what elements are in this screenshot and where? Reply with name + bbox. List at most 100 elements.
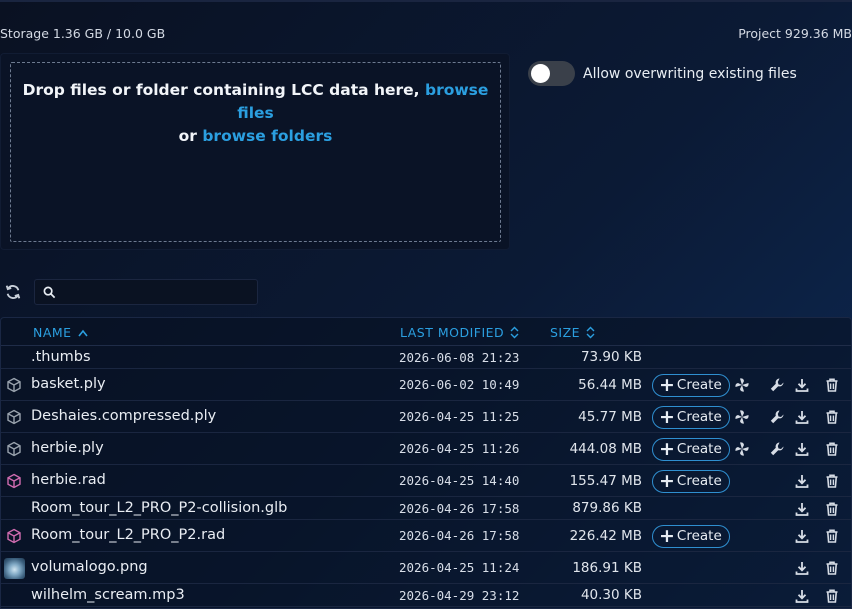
model-file-icon: [6, 528, 22, 544]
create-label: Create: [676, 377, 722, 393]
file-name[interactable]: Room_tour_L2_PRO_P2-collision.glb: [31, 500, 287, 516]
file-size: 879.86 KB: [572, 500, 642, 516]
file-name[interactable]: herbie.ply: [31, 440, 104, 456]
download-icon[interactable]: [794, 501, 810, 517]
plus-icon: +: [659, 405, 675, 428]
create-button[interactable]: + Create: [652, 405, 730, 429]
file-size: 45.77 MB: [578, 408, 642, 425]
wrench-icon[interactable]: [769, 377, 785, 393]
file-name[interactable]: herbie.rad: [31, 472, 106, 488]
browse-folders-link[interactable]: browse folders: [202, 127, 332, 145]
wrench-icon[interactable]: [769, 409, 785, 425]
overwrite-toggle[interactable]: [528, 61, 575, 86]
dropzone-line-2: or browse folders: [11, 125, 500, 148]
file-modified: 2026-04-29 23:12: [399, 587, 520, 603]
search-icon: [43, 286, 56, 299]
file-modified: 2026-04-25 14:40: [399, 473, 520, 488]
trash-icon[interactable]: [824, 560, 840, 576]
create-button[interactable]: + Create: [652, 524, 730, 548]
process-icon[interactable]: [734, 377, 750, 393]
download-icon[interactable]: [794, 528, 810, 544]
create-label: Create: [676, 473, 722, 489]
wrench-icon[interactable]: [769, 441, 785, 457]
overwrite-label: Allow overwriting existing files: [583, 65, 797, 82]
download-icon[interactable]: [794, 377, 810, 393]
sort-asc-icon: [77, 329, 88, 336]
file-modified: 2026-04-25 11:24: [399, 560, 520, 575]
file-modified: 2026-04-26 17:58: [399, 500, 520, 516]
sort-toggle-icon: [510, 326, 519, 339]
trash-icon[interactable]: [824, 501, 840, 517]
file-modified: 2026-06-02 10:49: [399, 377, 520, 392]
column-size[interactable]: SIZE: [550, 325, 595, 340]
file-size: 56.44 MB: [578, 376, 642, 393]
column-name[interactable]: NAME: [33, 325, 88, 340]
column-name-label: NAME: [33, 325, 72, 340]
project-size: Project 929.36 MB: [738, 26, 852, 41]
file-size: 155.47 MB: [569, 472, 642, 489]
table-row[interactable]: herbie.rad 2026-04-25 14:40 155.47 MB + Crea…: [1, 465, 851, 497]
file-modified: 2026-06-08 21:23: [399, 349, 520, 365]
create-label: Create: [676, 441, 722, 457]
dropzone-text: Drop files or folder containing LCC data…: [22, 81, 425, 99]
file-name[interactable]: wilhelm_scream.mp3: [31, 587, 185, 603]
file-name[interactable]: basket.ply: [31, 376, 106, 392]
dropzone-panel: Drop files or folder containing LCC data…: [0, 53, 510, 250]
trash-icon[interactable]: [824, 409, 840, 425]
model-file-icon: [6, 441, 22, 457]
file-name[interactable]: .thumbs: [31, 349, 91, 365]
plus-icon: +: [659, 469, 675, 492]
download-icon[interactable]: [794, 409, 810, 425]
file-size: 40.30 KB: [580, 587, 642, 603]
create-button[interactable]: + Create: [652, 469, 730, 493]
toggle-knob: [531, 64, 550, 83]
trash-icon[interactable]: [824, 473, 840, 489]
search-input[interactable]: [34, 279, 258, 305]
table-row[interactable]: volumalogo.png 2026-04-25 11:24 186.91 KB: [1, 552, 851, 584]
trash-icon[interactable]: [824, 528, 840, 544]
table-row[interactable]: Room_tour_L2_PRO_P2-collision.glb 2026-04…: [1, 497, 851, 520]
create-label: Create: [676, 528, 722, 544]
file-modified: 2026-04-25 11:25: [399, 409, 520, 424]
file-modified: 2026-04-25 11:26: [399, 441, 520, 456]
storage-usage: Storage 1.36 GB / 10.0 GB: [0, 26, 166, 41]
plus-icon: +: [659, 437, 675, 460]
table-header: NAME LAST MODIFIED SIZE: [1, 318, 851, 346]
top-divider: [0, 0, 852, 2]
column-size-label: SIZE: [550, 325, 581, 340]
create-button[interactable]: + Create: [652, 373, 730, 397]
table-body: .thumbs 2026-06-08 21:23 73.90 KB basket.pl…: [1, 346, 851, 607]
file-dropzone[interactable]: Drop files or folder containing LCC data…: [10, 62, 501, 242]
download-icon[interactable]: [794, 473, 810, 489]
table-row[interactable]: Room_tour_L2_PRO_P2.rad 2026-04-26 17:58 2…: [1, 520, 851, 552]
dropzone-line-1: Drop files or folder containing LCC data…: [11, 79, 500, 125]
process-icon[interactable]: [734, 441, 750, 457]
download-icon[interactable]: [794, 560, 810, 576]
plus-icon: +: [659, 524, 675, 547]
file-name[interactable]: Deshaies.compressed.ply: [31, 408, 216, 424]
table-row[interactable]: basket.ply 2026-06-02 10:49 56.44 MB + Creat…: [1, 369, 851, 401]
table-row[interactable]: Deshaies.compressed.ply 2026-04-25 11:25 4…: [1, 401, 851, 433]
file-size: 226.42 MB: [569, 527, 642, 544]
create-button[interactable]: + Create: [652, 437, 730, 461]
trash-icon[interactable]: [824, 377, 840, 393]
file-name[interactable]: volumalogo.png: [31, 559, 148, 575]
download-icon[interactable]: [794, 441, 810, 457]
column-modified-label: LAST MODIFIED: [400, 325, 505, 340]
trash-icon[interactable]: [824, 588, 840, 604]
plus-icon: +: [659, 373, 675, 396]
refresh-icon[interactable]: [4, 283, 22, 301]
table-row[interactable]: herbie.ply 2026-04-25 11:26 444.08 MB + Crea…: [1, 433, 851, 465]
column-last-modified[interactable]: LAST MODIFIED: [400, 325, 519, 340]
sort-toggle-icon: [586, 326, 595, 339]
file-name[interactable]: Room_tour_L2_PRO_P2.rad: [31, 527, 225, 543]
dropzone-or-text: or: [178, 127, 203, 145]
file-table: NAME LAST MODIFIED SIZE .thumbs 2026-06-0…: [0, 317, 852, 609]
image-thumbnail: [4, 557, 25, 579]
trash-icon[interactable]: [824, 441, 840, 457]
download-icon[interactable]: [794, 588, 810, 604]
table-row[interactable]: .thumbs 2026-06-08 21:23 73.90 KB: [1, 346, 851, 369]
table-row[interactable]: wilhelm_scream.mp3 2026-04-29 23:12 40.30 …: [1, 584, 851, 607]
process-icon[interactable]: [734, 409, 750, 425]
file-size: 186.91 KB: [572, 559, 642, 576]
